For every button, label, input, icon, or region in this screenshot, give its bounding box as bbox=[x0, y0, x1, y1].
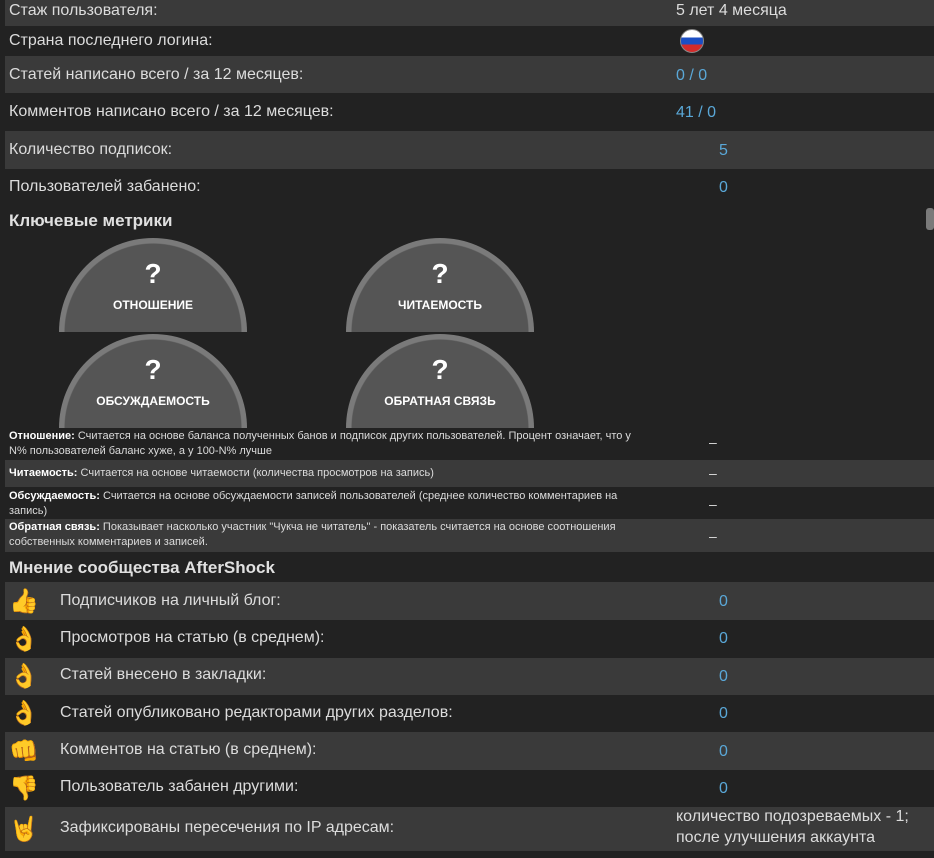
metric-desc-row-discussability: Обсуждаемость: Считается на основе обсуж… bbox=[0, 487, 934, 519]
russia-flag-icon bbox=[680, 29, 704, 53]
gauge-name: ОБРАТНАЯ СВЯЗЬ bbox=[384, 394, 496, 408]
stat-row-banned: Пользователей забанено: 0 bbox=[5, 169, 934, 205]
metric-term: Обратная связь: bbox=[9, 521, 100, 533]
gauge-name: ЧИТАЕМОСТЬ bbox=[398, 298, 482, 312]
gauge-symbol: ? bbox=[144, 258, 162, 289]
community-value[interactable]: 0 bbox=[719, 630, 728, 648]
fist-icon: 👊 bbox=[9, 737, 39, 765]
community-value[interactable]: 0 bbox=[719, 705, 728, 723]
stat-label: Страна последнего логина: bbox=[9, 32, 213, 49]
metric-value: – bbox=[709, 434, 717, 450]
stat-label: Статей написано всего / за 12 месяцев: bbox=[9, 66, 304, 83]
metric-text: Считается на основе читаемости (количест… bbox=[77, 467, 434, 479]
community-row-editor-published: 👌 Статей опубликовано редакторами других… bbox=[5, 695, 934, 732]
community-label: Зафиксированы пересечения по IP адресам: bbox=[60, 819, 395, 836]
scrollbar-thumb[interactable] bbox=[926, 208, 934, 230]
community-value[interactable]: 0 bbox=[719, 743, 728, 761]
community-row-ip-intersections: 🤘 Зафиксированы пересечения по IP адреса… bbox=[5, 807, 934, 851]
metric-text: Показывает насколько участник "Чукча не … bbox=[9, 521, 616, 548]
stat-label: Стаж пользователя: bbox=[9, 2, 158, 19]
gauge-attitude: ? ОТНОШЕНИЕ bbox=[59, 238, 247, 332]
metric-value: – bbox=[709, 496, 717, 512]
stat-row-tenure: Стаж пользователя: 5 лет 4 месяца bbox=[5, 0, 934, 26]
metric-desc-row-feedback: Обратная связь: Показывает насколько уча… bbox=[5, 519, 934, 552]
metric-description: Отношение: Считается на основе баланса п… bbox=[9, 429, 634, 459]
community-value[interactable]: 0 bbox=[719, 593, 728, 611]
community-label: Подписчиков на личный блог: bbox=[60, 592, 281, 609]
ip-suspects-line2: после улучшения аккаунта bbox=[676, 829, 876, 846]
metric-text: Считается на основе обсуждаемости записе… bbox=[9, 490, 618, 517]
metric-desc-row-readability: Читаемость: Считается на основе читаемос… bbox=[5, 460, 934, 487]
metric-term: Читаемость: bbox=[9, 467, 78, 479]
metric-description: Читаемость: Считается на основе читаемос… bbox=[9, 466, 634, 481]
gauge-name: ОБСУЖДАЕМОСТЬ bbox=[96, 394, 210, 408]
gauge-feedback: ? ОБРАТНАЯ СВЯЗЬ bbox=[346, 334, 534, 428]
stat-label: Количество подписок: bbox=[9, 141, 173, 158]
key-metrics-title: Ключевые метрики bbox=[9, 211, 173, 230]
community-value[interactable]: 0 bbox=[719, 668, 728, 686]
community-label: Комментов на статью (в среднем): bbox=[60, 741, 317, 758]
stat-value[interactable]: 5 bbox=[719, 142, 728, 160]
rock-hand-icon: 🤘 bbox=[9, 815, 39, 843]
gauge-discussability: ? ОБСУЖДАЕМОСТЬ bbox=[59, 334, 247, 428]
community-row-blog-subscribers: 👍 Подписчиков на личный блог: 0 bbox=[5, 582, 934, 620]
community-row-views: 👌 Просмотров на статью (в среднем): 0 bbox=[5, 620, 934, 658]
metric-description: Обсуждаемость: Считается на основе обсуж… bbox=[9, 489, 634, 519]
community-title: Мнение сообщества AfterShock bbox=[9, 558, 275, 577]
metric-desc-row-attitude: Отношение: Считается на основе баланса п… bbox=[0, 428, 934, 460]
ok-hand-icon: 👌 bbox=[9, 699, 39, 727]
metric-value: – bbox=[709, 528, 717, 544]
community-row-comments: 👊 Комментов на статью (в среднем): 0 bbox=[5, 732, 934, 770]
stat-value[interactable]: 0 / 0 bbox=[676, 67, 707, 85]
ip-suspects-line1: количество подозреваемых - 1; bbox=[676, 808, 909, 825]
ok-hand-icon: 👌 bbox=[9, 662, 39, 690]
community-label: Статей опубликовано редакторами других р… bbox=[60, 704, 453, 721]
stat-label: Комментов написано всего / за 12 месяцев… bbox=[9, 103, 334, 120]
stat-value[interactable]: 0 bbox=[719, 179, 728, 197]
metric-description: Обратная связь: Показывает насколько уча… bbox=[9, 520, 634, 550]
gauge-symbol: ? bbox=[144, 354, 162, 385]
community-value[interactable]: 0 bbox=[719, 780, 728, 798]
gauge-name: ОТНОШЕНИЕ bbox=[112, 298, 194, 312]
stat-row-subscriptions: Количество подписок: 5 bbox=[5, 131, 934, 169]
community-row-bookmarks: 👌 Статей внесено в закладки: 0 bbox=[5, 658, 934, 695]
stat-value: 5 лет 4 месяца bbox=[676, 2, 787, 19]
thumbs-up-icon: 👍 bbox=[9, 587, 39, 615]
metric-text: Считается на основе баланса полученных б… bbox=[9, 430, 631, 457]
metric-term: Отношение: bbox=[9, 430, 75, 442]
community-label: Пользователь забанен другими: bbox=[60, 778, 299, 795]
thumbs-down-icon: 👎 bbox=[9, 774, 39, 802]
metric-value: – bbox=[709, 465, 717, 481]
gauge-readability: ? ЧИТАЕМОСТЬ bbox=[346, 238, 534, 332]
stat-row-articles: Статей написано всего / за 12 месяцев: 0… bbox=[5, 56, 934, 93]
stat-value[interactable]: 41 / 0 bbox=[676, 104, 716, 122]
gauge-symbol: ? bbox=[431, 258, 449, 289]
community-label: Просмотров на статью (в среднем): bbox=[60, 629, 325, 646]
stat-row-comments: Комментов написано всего / за 12 месяцев… bbox=[5, 93, 934, 131]
stat-row-country: Страна последнего логина: bbox=[5, 26, 934, 56]
gauge-symbol: ? bbox=[431, 354, 449, 385]
ok-hand-icon: 👌 bbox=[9, 625, 39, 653]
community-label: Статей внесено в закладки: bbox=[60, 666, 267, 683]
community-row-banned-by-others: 👎 Пользователь забанен другими: 0 bbox=[5, 770, 934, 807]
stat-label: Пользователей забанено: bbox=[9, 178, 201, 195]
metric-term: Обсуждаемость: bbox=[9, 490, 100, 502]
